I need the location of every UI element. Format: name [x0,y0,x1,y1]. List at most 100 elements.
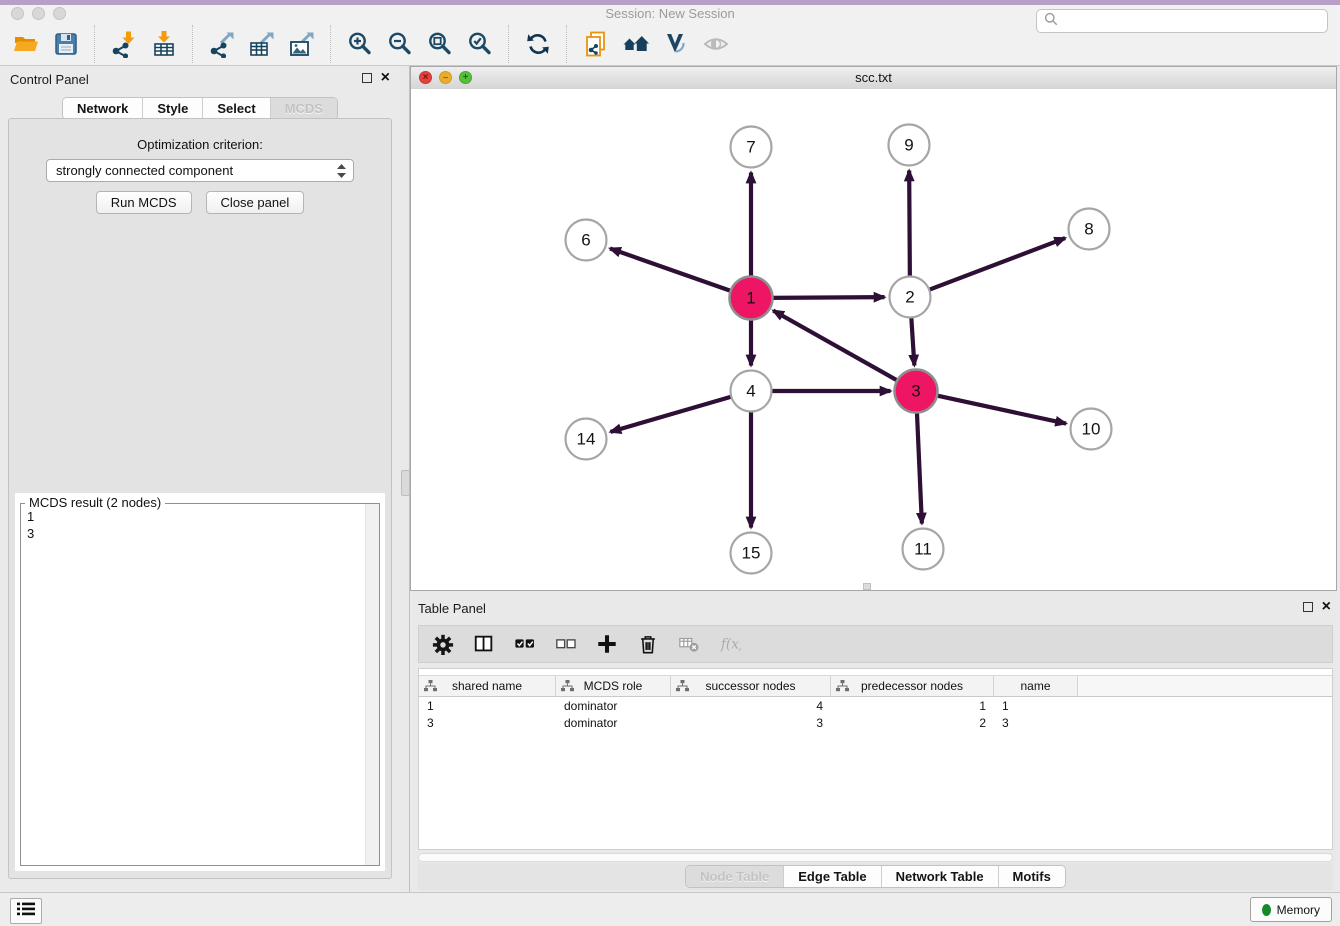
network-close-button[interactable]: × [419,71,432,84]
open-session-button[interactable] [8,26,44,62]
import-table-button[interactable] [146,26,182,62]
control-tab-network[interactable]: Network [63,98,142,119]
node-9[interactable]: 9 [889,125,930,166]
edge-3-10[interactable] [934,395,1066,424]
search-input[interactable] [1058,11,1327,31]
network-canvas[interactable]: 7 9 6 8 1 2 4 3 14 10 15 11 [411,89,1336,590]
delete-columns-button[interactable] [636,632,660,656]
close-table-panel-icon[interactable]: × [1322,600,1331,614]
cell-predecessor-nodes[interactable]: 1 [831,699,994,713]
column-header-name[interactable]: name [994,676,1078,696]
optimization-criterion-label: Optimization criterion: [9,137,391,152]
window-resize-handle[interactable] [863,583,871,590]
memory-label: Memory [1277,903,1320,917]
node-7[interactable]: 7 [731,127,772,168]
node-6[interactable]: 6 [566,220,607,261]
hide-all-columns-button[interactable] [554,632,578,656]
network-minimize-button[interactable]: – [439,71,452,84]
export-table-button[interactable] [244,26,280,62]
home-button[interactable] [618,26,654,62]
task-history-button[interactable] [10,898,42,924]
table-row[interactable]: 3dominator323 [419,714,1332,731]
control-panel-header: Control Panel × [0,66,400,93]
network-window-titlebar[interactable]: × – + scc.txt [411,67,1336,90]
edge-2-8[interactable] [927,238,1065,290]
column-header-predecessor-nodes[interactable]: predecessor nodes [831,676,994,696]
toolbar-separator [94,25,96,63]
svg-text:9: 9 [904,135,913,154]
close-panel-icon[interactable]: × [381,71,390,85]
edge-1-6[interactable] [610,248,733,291]
node-10[interactable]: 10 [1071,409,1112,450]
refresh-button[interactable] [520,26,556,62]
cell-MCDS-role[interactable]: dominator [556,699,671,713]
edge-4-14[interactable] [610,396,733,432]
style-tool-button[interactable] [658,26,694,62]
zoom-in-button[interactable] [342,26,378,62]
search-box[interactable] [1036,9,1328,33]
control-tab-style[interactable]: Style [142,98,202,119]
save-session-button[interactable] [48,26,84,62]
float-panel-icon[interactable] [362,73,372,83]
cell-shared-name[interactable]: 1 [419,699,556,713]
create-column-button[interactable] [595,632,619,656]
table-tab-edge-table[interactable]: Edge Table [783,866,880,887]
node-2[interactable]: 2 [890,277,931,318]
table-tab-motifs[interactable]: Motifs [998,866,1065,887]
edge-3-1[interactable] [773,311,900,382]
edge-1-2[interactable] [769,297,884,298]
table-options-gear-button[interactable] [431,632,455,656]
import-network-button[interactable] [106,26,142,62]
show-column-panel-button[interactable] [472,632,496,656]
network-graph[interactable]: 7 9 6 8 1 2 4 3 14 10 15 11 [411,89,1336,590]
edge-2-9[interactable] [909,170,910,278]
cell-successor-nodes[interactable]: 4 [671,699,831,713]
export-network-button[interactable] [204,26,240,62]
cell-name[interactable]: 1 [994,699,1078,713]
column-header-successor-nodes[interactable]: successor nodes [671,676,831,696]
cell-successor-nodes[interactable]: 3 [671,716,831,730]
result-scrollbar[interactable] [365,504,379,865]
control-tab-mcds[interactable]: MCDS [270,98,337,119]
toolbar-separator [192,25,194,63]
table-row[interactable]: 1dominator411 [419,697,1332,714]
close-panel-button[interactable]: Close panel [206,191,305,214]
memory-status-icon [1262,904,1271,916]
table-horizontal-scrollbar[interactable] [418,853,1333,862]
node-8[interactable]: 8 [1069,209,1110,250]
svg-text:15: 15 [742,543,761,562]
zoom-fit-button[interactable] [422,26,458,62]
svg-text:11: 11 [914,539,932,558]
zoom-out-button[interactable] [382,26,418,62]
show-all-columns-button[interactable] [513,632,537,656]
table-panel-header: Table Panel × [410,595,1337,622]
edge-2-3[interactable] [911,315,914,365]
edge-3-11[interactable] [917,409,922,523]
cell-predecessor-nodes[interactable]: 2 [831,716,994,730]
cell-shared-name[interactable]: 3 [419,716,556,730]
table-tab-node-table[interactable]: Node Table [686,866,783,887]
float-table-panel-icon[interactable] [1303,602,1313,612]
panel-splitter[interactable] [400,66,410,892]
application-window: Session: New Session Control Panel × Net… [0,0,1340,926]
node-11[interactable]: 11 [903,529,944,570]
column-header-shared-name[interactable]: shared name [419,676,556,696]
node-15[interactable]: 15 [731,533,772,574]
table-tab-network-table[interactable]: Network Table [881,866,998,887]
node-1[interactable]: 1 [730,277,773,320]
cell-MCDS-role[interactable]: dominator [556,716,671,730]
node-3[interactable]: 3 [895,370,938,413]
optimization-criterion-select[interactable]: strongly connected component [46,159,354,182]
splitter-handle[interactable] [401,470,410,496]
zoom-selected-button[interactable] [462,26,498,62]
clone-network-button[interactable] [578,26,614,62]
node-4[interactable]: 4 [731,371,772,412]
node-14[interactable]: 14 [566,419,607,460]
run-mcds-button[interactable]: Run MCDS [96,191,192,214]
memory-button[interactable]: Memory [1250,897,1332,922]
column-header-MCDS-role[interactable]: MCDS role [556,676,671,696]
control-tab-select[interactable]: Select [202,98,269,119]
export-image-button[interactable] [284,26,320,62]
network-maximize-button[interactable]: + [459,71,472,84]
cell-name[interactable]: 3 [994,716,1078,730]
